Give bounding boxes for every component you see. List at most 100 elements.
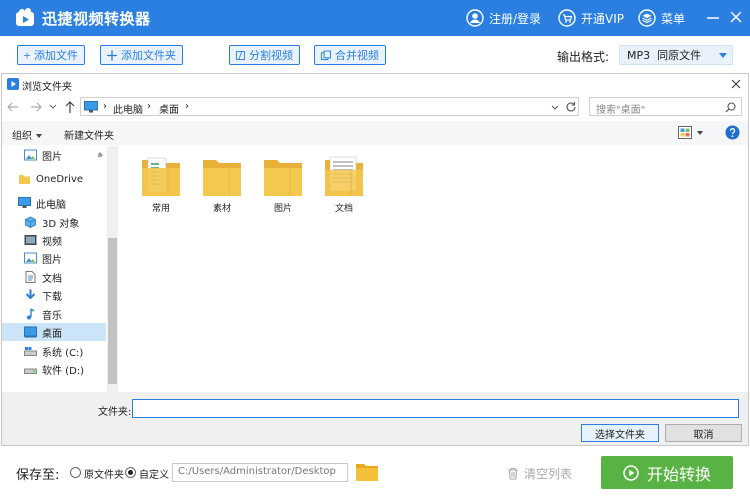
address-bar[interactable]: › 此电脑 › 桌面 › (80, 97, 579, 116)
view-dropdown-icon[interactable] (697, 131, 703, 135)
pc-icon (18, 197, 31, 208)
layers-icon (638, 9, 656, 27)
plus-icon (24, 52, 30, 58)
pictures-icon (24, 149, 37, 161)
folder-content-area: 常用 素材 图片 文档 (119, 146, 748, 392)
nav-item-drive-c[interactable]: 系统 (C:) (2, 342, 106, 360)
nav-scrollbar[interactable] (107, 146, 118, 392)
search-icon (725, 102, 736, 113)
nav-item-downloads[interactable]: 下载 (2, 286, 106, 304)
clear-list-button[interactable]: 清空列表 (507, 465, 572, 482)
add-file-button[interactable]: 添加文件 (17, 45, 85, 65)
radio-custom-folder[interactable] (125, 467, 136, 478)
output-path-input[interactable]: C:/Users/Administrator/Desktop (172, 463, 348, 482)
user-icon (466, 9, 484, 27)
trash-icon (508, 467, 518, 480)
help-icon[interactable] (725, 125, 740, 140)
close-icon[interactable] (729, 10, 743, 24)
drive-icon (24, 347, 37, 356)
nav-item-pictures-quick[interactable]: 图片 (2, 146, 106, 164)
folder-icon (325, 156, 363, 196)
new-folder-button[interactable]: 新建文件夹 (64, 127, 114, 142)
address-dropdown-icon[interactable] (551, 105, 559, 110)
folder-name: 图片 (273, 204, 292, 214)
menu-button[interactable]: 菜单 (638, 7, 685, 29)
add-folder-button[interactable]: 添加文件夹 (100, 45, 183, 65)
nav-item-videos[interactable]: 视频 (2, 231, 106, 249)
nav-item-drive-d[interactable]: 软件 (D:) (2, 360, 106, 378)
organize-label: 组织 (12, 131, 32, 142)
downloads-icon (25, 289, 36, 300)
nav-item-pictures[interactable]: 图片 (2, 249, 106, 267)
nav-label: 图片 (42, 151, 62, 163)
nav-scroll-thumb[interactable] (108, 238, 117, 384)
dialog-title: 浏览文件夹 (22, 82, 72, 93)
nav-label: 3D 对象 (42, 218, 80, 230)
start-convert-button[interactable]: 开始转换 (601, 456, 733, 489)
dialog-title-bar: 浏览文件夹 (2, 74, 748, 94)
vip-label: 开通VIP (581, 11, 624, 26)
breadcrumb-separator: › (185, 101, 189, 112)
videos-icon (24, 235, 37, 245)
breadcrumb-desktop[interactable]: 桌面 (159, 101, 179, 116)
folder-item[interactable]: 常用 (136, 154, 186, 218)
nav-label: OneDrive (36, 173, 84, 185)
folder-icon (264, 160, 302, 196)
recent-locations-icon[interactable] (49, 104, 57, 110)
output-format-select[interactable]: MP3 同原文件 (619, 45, 733, 65)
nav-label: 文档 (42, 273, 62, 285)
split-video-button[interactable]: 分割视频 (229, 45, 300, 65)
organize-menu[interactable]: 组织 (12, 127, 42, 142)
nav-item-onedrive[interactable]: OneDrive (2, 170, 106, 188)
search-input[interactable]: 搜索"桌面" (589, 97, 742, 116)
nav-item-documents[interactable]: 文档 (2, 268, 106, 286)
nav-item-this-pc[interactable]: 此电脑 (2, 194, 106, 212)
breadcrumb-separator: › (103, 101, 107, 112)
browse-folder-icon[interactable] (355, 462, 379, 482)
breadcrumb-this-pc[interactable]: 此电脑 (113, 101, 143, 116)
view-options-icon[interactable] (678, 126, 692, 139)
monitor-icon (84, 101, 98, 113)
app-window: 迅捷视频转换器 注册/登录 开通VIP 菜单 添加文件 添加文件夹 分割视频 合… (0, 0, 750, 497)
back-arrow-icon[interactable] (6, 100, 20, 114)
radio-original-folder[interactable] (70, 467, 81, 478)
forward-arrow-icon[interactable] (29, 100, 43, 114)
address-row: › 此电脑 › 桌面 › 搜索"桌面" (2, 95, 748, 119)
add-folder-label: 添加文件夹 (121, 49, 176, 62)
nav-item-music[interactable]: 音乐 (2, 305, 106, 323)
login-button[interactable]: 注册/登录 (466, 7, 541, 29)
app-logo-icon (16, 8, 34, 26)
folder-name: 常用 (151, 204, 170, 214)
folder-item[interactable]: 素材 (197, 154, 247, 218)
folder-name: 素材 (212, 204, 231, 214)
onedrive-icon (19, 175, 30, 184)
merge-video-button[interactable]: 合并视频 (314, 45, 386, 65)
folder-icon (203, 160, 241, 196)
nav-item-3d-objects[interactable]: 3D 对象 (2, 213, 106, 231)
merge-icon (321, 50, 331, 60)
nav-label: 桌面 (42, 328, 62, 340)
split-video-label: 分割视频 (249, 49, 293, 62)
nav-item-desktop[interactable]: 桌面 (2, 323, 106, 341)
folder-item[interactable]: 图片 (258, 154, 308, 218)
nav-label: 系统 (C:) (42, 347, 84, 359)
vip-button[interactable]: 开通VIP (558, 7, 624, 29)
nav-label: 此电脑 (36, 199, 66, 211)
toolbar: 添加文件 添加文件夹 分割视频 合并视频 输出格式: MP3 同原文件 (0, 36, 750, 74)
select-folder-button[interactable]: 选择文件夹 (581, 424, 659, 442)
3d-objects-icon (25, 216, 36, 228)
original-folder-label: 原文件夹 (84, 470, 124, 481)
folder-name-input[interactable] (132, 399, 739, 418)
up-arrow-icon[interactable] (64, 100, 76, 114)
dialog-close-icon[interactable] (730, 78, 742, 90)
refresh-icon[interactable] (565, 101, 577, 113)
save-to-label: 保存至: (16, 468, 60, 483)
folder-name: 文档 (334, 204, 353, 214)
cancel-button[interactable]: 取消 (665, 424, 742, 442)
chevron-down-icon (36, 134, 42, 138)
folder-item[interactable]: 文档 (319, 154, 369, 218)
minimize-icon[interactable] (706, 10, 720, 24)
drive-icon (24, 368, 37, 374)
search-placeholder: 搜索"桌面" (596, 105, 646, 116)
split-icon (236, 50, 245, 60)
